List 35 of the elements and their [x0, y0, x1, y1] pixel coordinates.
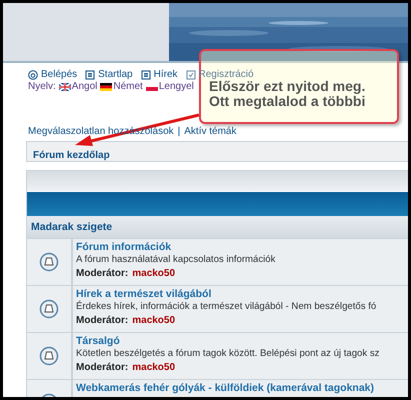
document-icon — [85, 70, 96, 80]
moderator-link[interactable]: macko50 — [132, 268, 176, 279]
moderator-label: Moderátor: — [76, 268, 128, 279]
forum-title[interactable]: Társalgó — [76, 335, 380, 347]
forum-icon — [39, 346, 59, 366]
nav-link[interactable]: Belépés — [28, 69, 78, 80]
document-icon — [140, 70, 151, 80]
callout-text: Először ezt nyitod meg. — [209, 79, 366, 94]
forum-title[interactable]: Webkamerás fehér gólyák - külföldiek (kamerával tagoknak) — [76, 382, 374, 394]
language-label: Nyelv: — [28, 81, 56, 92]
moderator-link[interactable]: macko50 — [132, 362, 176, 373]
checkbox-icon — [186, 70, 196, 80]
forum-description: A fórum használatával kapcsolatos információk — [76, 254, 276, 265]
category-title[interactable]: Madarak szigete — [31, 221, 112, 233]
callout-text: Ott megtalalod a többbi — [209, 94, 366, 109]
moderator-label: Moderátor: — [76, 315, 128, 326]
language-link[interactable]: Angol — [58, 81, 98, 92]
forum-title[interactable]: Fórum információk — [76, 241, 276, 253]
flag-icon — [100, 82, 112, 90]
moderator-link[interactable]: macko50 — [132, 315, 176, 326]
flag-icon — [58, 82, 71, 90]
moderator-label: Moderátor: — [76, 362, 128, 373]
language-link[interactable]: Lengyel — [146, 81, 194, 92]
power-icon — [28, 70, 38, 80]
forum-icon — [39, 252, 59, 272]
breadcrumb-link[interactable]: Fórum kezdőlap — [33, 150, 110, 161]
separator: | — [178, 126, 180, 137]
forum-description: Érdekes hírek, információk a természet világából - Nem beszélgetős fó — [76, 301, 376, 312]
forum-icon — [39, 299, 59, 319]
nav-link[interactable]: Startlap — [85, 69, 133, 80]
quick-link[interactable]: Aktív témák — [184, 126, 236, 137]
forum-title[interactable]: Hírek a természet világából — [76, 288, 376, 300]
nav-link[interactable]: Hírek — [140, 69, 178, 80]
forum-description: Kötetlen beszélgetés a fórum tagok között. Belépési pont az új tagok sz — [76, 348, 380, 359]
language-link[interactable]: Német — [100, 81, 143, 92]
